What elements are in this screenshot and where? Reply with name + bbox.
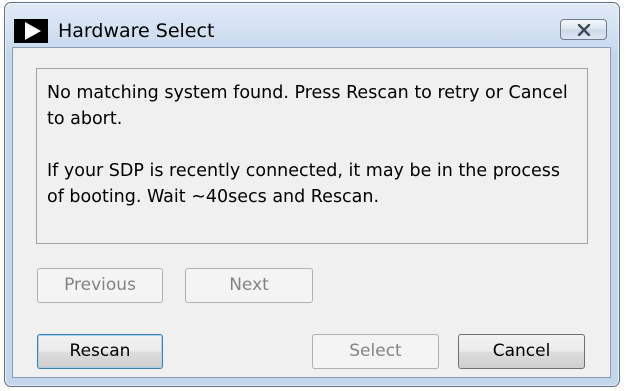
play-arrow-icon bbox=[14, 19, 48, 43]
message-box: No matching system found. Press Rescan t… bbox=[36, 68, 588, 244]
message-line-booting: If your SDP is recently connected, it ma… bbox=[47, 161, 560, 207]
dialog-body: No matching system found. Press Rescan t… bbox=[12, 47, 611, 378]
message-line-no-match: No matching system found. Press Rescan t… bbox=[47, 83, 568, 129]
title-bar[interactable]: Hardware Select bbox=[5, 3, 619, 47]
select-button[interactable]: Select bbox=[312, 334, 439, 369]
next-button[interactable]: Next bbox=[185, 268, 313, 303]
close-button[interactable] bbox=[560, 19, 607, 40]
window-title: Hardware Select bbox=[58, 20, 215, 42]
previous-button[interactable]: Previous bbox=[37, 268, 163, 303]
rescan-button[interactable]: Rescan bbox=[37, 334, 163, 369]
close-icon bbox=[577, 24, 591, 36]
cancel-button[interactable]: Cancel bbox=[458, 334, 585, 369]
hardware-select-dialog: Hardware Select No matching system found… bbox=[4, 2, 620, 387]
